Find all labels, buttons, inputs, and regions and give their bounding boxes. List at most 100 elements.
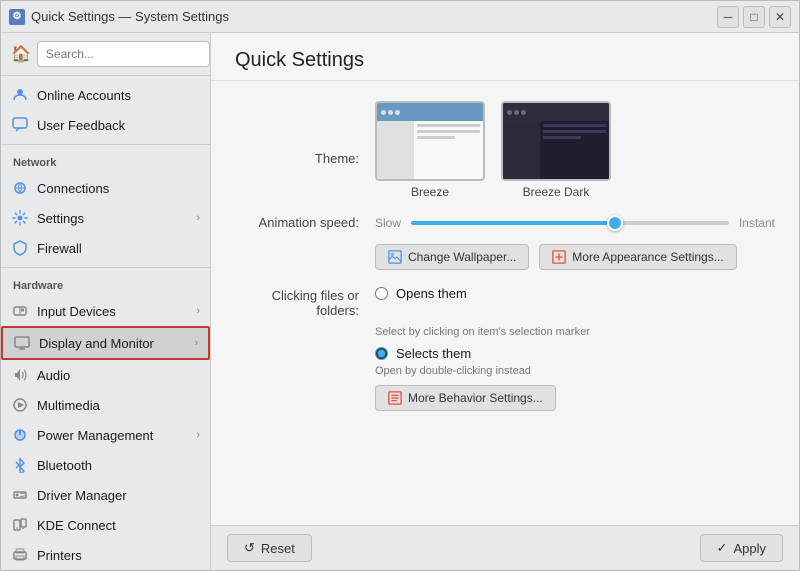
sidebar-header: 🏠 ☰ <box>1 33 210 76</box>
sidebar-item-input-devices[interactable]: Input Devices › <box>1 296 210 326</box>
sidebar-item-driver-manager[interactable]: Driver Manager <box>1 480 210 510</box>
selects-them-row: Selects them <box>375 346 775 361</box>
multimedia-icon <box>11 396 29 414</box>
dot <box>388 110 393 115</box>
sidebar-item-label: User Feedback <box>37 118 200 133</box>
light-titlebar <box>377 103 483 121</box>
titlebar-title: Quick Settings — System Settings <box>31 9 229 24</box>
driver-icon <box>11 486 29 504</box>
theme-breeze-dark[interactable]: Breeze Dark <box>501 101 611 199</box>
content-line <box>417 130 480 133</box>
reset-icon: ↺ <box>244 540 255 556</box>
change-wallpaper-button[interactable]: Change Wallpaper... <box>375 244 529 270</box>
dark-sidebar <box>503 121 540 179</box>
opens-them-radio[interactable] <box>375 287 388 300</box>
titlebar: ⚙ Quick Settings — System Settings ─ □ ✕ <box>1 1 799 33</box>
theme-breeze[interactable]: Breeze <box>375 101 485 199</box>
arrow-icon: › <box>196 429 200 441</box>
content-line <box>417 136 455 139</box>
sidebar-item-audio[interactable]: Audio <box>1 360 210 390</box>
sidebar-item-firewall[interactable]: Firewall <box>1 233 210 263</box>
behavior-btn-row: More Behavior Settings... <box>375 385 775 411</box>
printers-icon <box>11 546 29 564</box>
page-title: Quick Settings <box>235 49 775 72</box>
titlebar-controls: ─ □ ✕ <box>717 6 791 28</box>
network-section-label: Network <box>1 149 210 173</box>
sidebar-item-label: Display and Monitor <box>39 336 186 351</box>
sidebar-item-label: Multimedia <box>37 398 200 413</box>
theme-preview-light <box>375 101 485 181</box>
arrow-icon: › <box>196 212 200 224</box>
sidebar-item-power-management[interactable]: Power Management › <box>1 420 210 450</box>
content-line <box>543 124 606 127</box>
content-body: Theme: <box>211 81 799 525</box>
sidebar-item-display-monitor[interactable]: Display and Monitor › <box>1 326 210 360</box>
divider <box>1 144 210 145</box>
arrow-icon: › <box>196 305 200 317</box>
dot <box>514 110 519 115</box>
sidebar-item-label: Online Accounts <box>37 88 200 103</box>
bottom-bar: ↺ Reset ✓ Apply <box>211 525 799 570</box>
light-body <box>377 121 483 179</box>
sidebar-item-label: KDE Connect <box>37 518 200 533</box>
close-button[interactable]: ✕ <box>769 6 791 28</box>
clicking-label: Clicking files or folders: <box>235 286 375 318</box>
reset-button[interactable]: ↺ Reset <box>227 534 312 562</box>
hint-select: Select by clicking on item's selection m… <box>375 326 775 338</box>
titlebar-left: ⚙ Quick Settings — System Settings <box>9 9 229 25</box>
sidebar-item-label: Printers <box>37 548 200 563</box>
connections-icon <box>11 179 29 197</box>
sidebar-item-printers[interactable]: Printers <box>1 540 210 570</box>
theme-options: Breeze <box>375 101 611 199</box>
firewall-icon <box>11 239 29 257</box>
divider <box>1 267 210 268</box>
sidebar-item-user-feedback[interactable]: User Feedback <box>1 110 210 140</box>
dot <box>521 110 526 115</box>
dark-body <box>503 121 609 179</box>
sidebar-item-label: Driver Manager <box>37 488 200 503</box>
light-preview-img <box>377 103 483 179</box>
minimize-button[interactable]: ─ <box>717 6 739 28</box>
theme-name-breeze: Breeze <box>411 185 449 199</box>
apply-label: Apply <box>733 541 766 556</box>
sidebar-item-online-accounts[interactable]: Online Accounts <box>1 80 210 110</box>
more-behavior-label: More Behavior Settings... <box>408 391 543 405</box>
arrow-icon: › <box>194 337 198 349</box>
dot <box>507 110 512 115</box>
sidebar-item-settings[interactable]: Settings › <box>1 203 210 233</box>
theme-label: Theme: <box>235 101 375 166</box>
feedback-icon <box>11 116 29 134</box>
display-icon <box>13 334 31 352</box>
sidebar-item-label: Connections <box>37 181 200 196</box>
wallpaper-icon <box>388 250 402 264</box>
hint-double-click: Open by double-clicking instead <box>375 365 775 377</box>
slider-container: Slow Instant <box>375 216 775 230</box>
input-icon <box>11 302 29 320</box>
selects-them-radio[interactable] <box>375 347 388 360</box>
appearance-buttons: Change Wallpaper... More Appearance Sett… <box>375 244 775 270</box>
home-button[interactable]: 🏠 <box>11 42 31 66</box>
theme-name-dark: Breeze Dark <box>523 185 590 199</box>
dot <box>395 110 400 115</box>
more-appearance-label: More Appearance Settings... <box>572 250 723 264</box>
sidebar: 🏠 ☰ Online Accounts User Feedback <box>1 33 211 570</box>
more-behavior-button[interactable]: More Behavior Settings... <box>375 385 556 411</box>
option-opens-them: Opens them <box>375 286 467 301</box>
behavior-icon <box>388 391 402 405</box>
opens-them-label: Opens them <box>396 286 467 301</box>
animation-speed-label: Animation speed: <box>235 215 375 230</box>
maximize-button[interactable]: □ <box>743 6 765 28</box>
animation-speed-slider[interactable] <box>411 221 729 225</box>
dark-preview-img <box>503 103 609 179</box>
clicking-options: Opens them <box>375 286 467 301</box>
sidebar-item-connections[interactable]: Connections <box>1 173 210 203</box>
apply-button[interactable]: ✓ Apply <box>700 534 783 562</box>
dot <box>381 110 386 115</box>
search-input[interactable] <box>37 41 210 67</box>
sidebar-item-multimedia[interactable]: Multimedia <box>1 390 210 420</box>
hardware-section-label: Hardware <box>1 272 210 296</box>
sidebar-item-bluetooth[interactable]: Bluetooth <box>1 450 210 480</box>
sidebar-item-label: Audio <box>37 368 200 383</box>
sidebar-item-kde-connect[interactable]: KDE Connect <box>1 510 210 540</box>
more-appearance-button[interactable]: More Appearance Settings... <box>539 244 736 270</box>
